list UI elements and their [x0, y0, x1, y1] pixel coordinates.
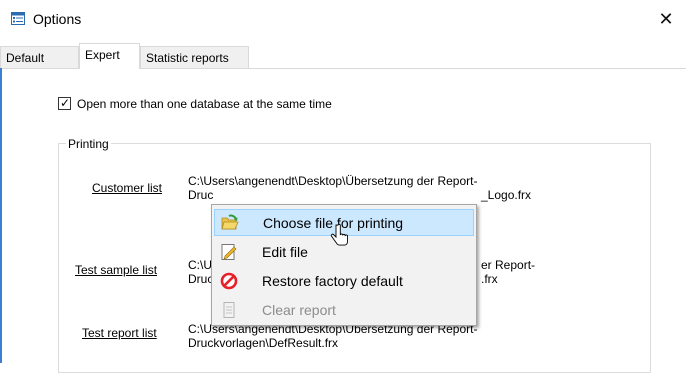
title-bar: Options ✕ [0, 0, 686, 38]
customer-list-link[interactable]: Customer list [92, 181, 162, 195]
printing-group-title: Printing [66, 137, 111, 151]
customer-list-path-line2-right: _Logo.frx [481, 188, 532, 202]
window-title: Options [33, 11, 82, 27]
test-sample-list-link[interactable]: Test sample list [75, 263, 157, 277]
clear-report-icon [223, 302, 235, 318]
app-icon [11, 12, 25, 25]
options-window: Options ✕ Default Expert Statistic repor… [0, 0, 686, 373]
multi-database-label: Open more than one database at the same … [77, 97, 332, 111]
checkmark-icon: ✓ [60, 96, 71, 110]
multi-database-checkbox[interactable]: ✓ [58, 96, 71, 110]
menu-item-label: Restore factory default [262, 273, 403, 289]
menu-item-restore-default[interactable]: Restore factory default [214, 268, 474, 295]
test-sample-path-line2-right: .frx [481, 272, 498, 286]
test-sample-path-line1-right: er Report- [481, 258, 536, 272]
restore-icon [220, 272, 238, 290]
customer-list-path-line1: C:\Users\angenendt\Desktop\Übersetzung d… [188, 174, 478, 188]
close-button[interactable]: ✕ [655, 8, 677, 30]
test-sample-path-line2-left: Druc [188, 272, 214, 286]
tab-default[interactable]: Default [0, 46, 79, 68]
menu-item-label: Edit file [262, 244, 308, 260]
customer-list-path-line2-left: Druc [188, 188, 214, 202]
test-report-list-link[interactable]: Test report list [82, 326, 157, 340]
menu-item-label: Clear report [262, 302, 336, 318]
menu-item-clear-report: Clear report [214, 297, 474, 324]
panel-edge [0, 68, 2, 363]
folder-open-icon [221, 214, 239, 230]
test-report-path-line2: Druckvorlagen\DefResult.frx [188, 336, 339, 350]
context-menu: Choose file for printing Edit file Resto… [211, 204, 477, 326]
mouse-cursor-icon [330, 224, 348, 246]
tab-statistic-reports[interactable]: Statistic reports [140, 46, 249, 68]
tab-expert[interactable]: Expert [79, 43, 140, 69]
edit-file-icon [221, 244, 237, 260]
test-sample-path-line1-left: C:\U [188, 258, 212, 272]
